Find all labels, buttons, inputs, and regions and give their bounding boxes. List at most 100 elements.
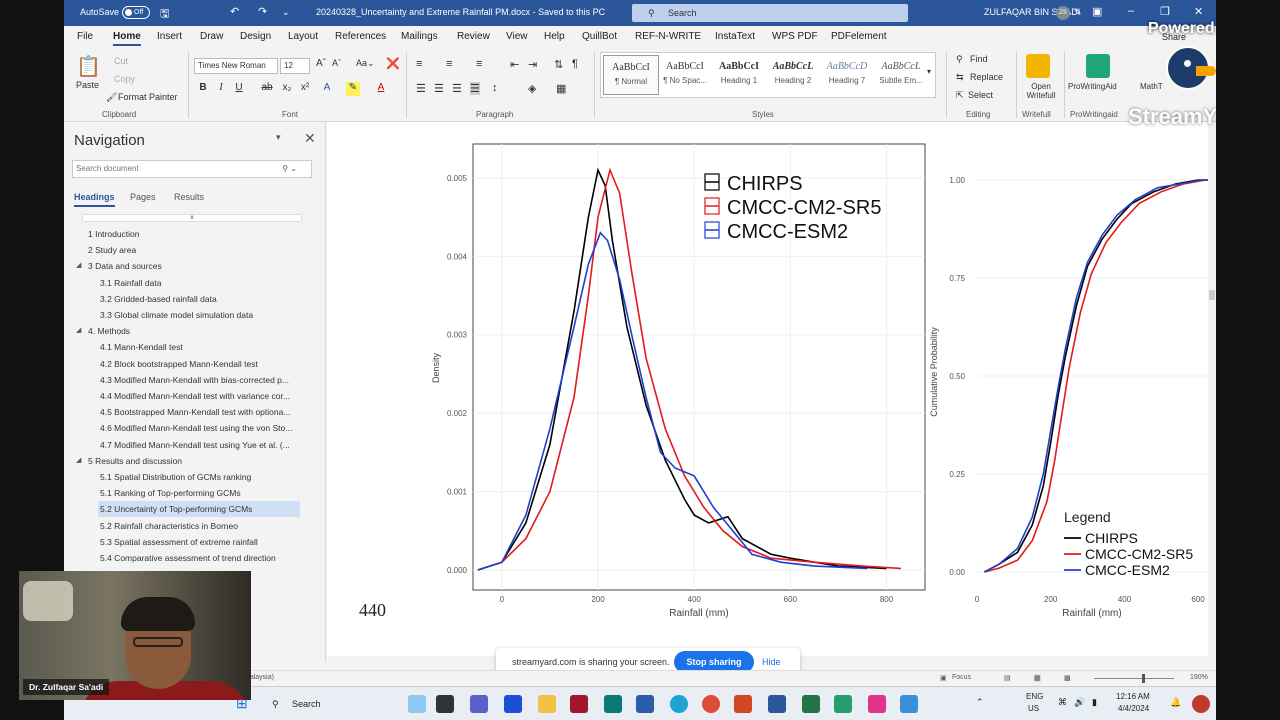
clock-date[interactable]: 4/4/2024	[1118, 704, 1149, 713]
underline-icon[interactable]: U	[232, 82, 246, 96]
select-icon[interactable]: ⇱	[956, 90, 964, 101]
tab-headings[interactable]: Headings	[74, 192, 115, 207]
font-name-select[interactable]: Times New Roman	[194, 58, 278, 74]
taskbar-search[interactable]: ⚲ Search	[266, 693, 386, 715]
collapse-handle[interactable]: x	[82, 214, 302, 222]
style-heading-2[interactable]: AaBbCcL Heading 2	[765, 55, 821, 95]
style-normal[interactable]: AaBbCcI ¶ Normal	[603, 55, 659, 95]
select-button[interactable]: Select	[968, 90, 993, 100]
prowritingaid-icon[interactable]	[1086, 54, 1110, 78]
nav-heading-item[interactable]: 5.3 Spatial assessment of extreme rainfa…	[98, 534, 300, 550]
search-document-input[interactable]: Search document ⚲ ⌄	[72, 160, 312, 178]
replace-button[interactable]: Replace	[970, 72, 1003, 82]
font-size-select[interactable]: 12	[280, 58, 310, 74]
nav-heading-item[interactable]: 3.1 Rainfall data	[98, 275, 300, 291]
grow-font-icon[interactable]: Aˆ	[316, 58, 326, 69]
focus-icon[interactable]: ▣	[940, 674, 947, 682]
font-color-icon[interactable]: A	[374, 82, 388, 96]
tab-home[interactable]: Home	[113, 31, 141, 46]
cut-button[interactable]: Cut	[114, 56, 128, 66]
document-page[interactable]: 0.000 0.001 0.002 0.003 0.004 0.005 0 200 400 60…	[327, 122, 1216, 656]
prowritingaid-button[interactable]: ProWritingAid	[1068, 82, 1117, 91]
nav-heading-item[interactable]: 5.1 Spatial Distribution of GCMs ranking	[98, 469, 300, 485]
app-r-icon[interactable]	[636, 695, 654, 713]
focus-button[interactable]: Focus	[952, 674, 971, 681]
borders-icon[interactable]: ▦	[556, 82, 566, 95]
tab-pdfelement[interactable]: PDFelement	[831, 31, 887, 42]
decrease-indent-icon[interactable]: ⇤	[510, 58, 519, 71]
paste-button[interactable]: Paste	[76, 80, 99, 90]
nav-heading-item[interactable]: 5.2 Uncertainty of Top-performing GCMs	[98, 501, 300, 518]
tab-results[interactable]: Results	[174, 192, 204, 202]
tab-review[interactable]: Review	[457, 31, 490, 42]
text-effects-icon[interactable]: A	[320, 82, 334, 96]
nav-heading-item[interactable]: 2 Study area	[86, 242, 300, 258]
tab-ref-n-write[interactable]: REF-N-WRITE	[635, 31, 701, 42]
format-painter-icon[interactable]: 🖌	[106, 92, 117, 103]
strikethrough-icon[interactable]: ab	[260, 82, 274, 96]
tab-mailings[interactable]: Mailings	[401, 31, 438, 42]
language-top[interactable]: ENG	[1026, 692, 1043, 701]
tab-quillbot[interactable]: QuillBot	[582, 31, 617, 42]
teams-icon[interactable]	[470, 695, 488, 713]
app-blue-icon[interactable]	[900, 695, 918, 713]
find-button[interactable]: Find	[970, 54, 988, 64]
notes-icon[interactable]	[834, 695, 852, 713]
tab-pages[interactable]: Pages	[130, 192, 156, 202]
line-spacing-icon[interactable]: ↕	[492, 82, 498, 94]
tab-draw[interactable]: Draw	[200, 31, 223, 42]
tab-insert[interactable]: Insert	[157, 31, 182, 42]
language-bottom[interactable]: US	[1028, 704, 1039, 713]
justify-icon[interactable]: ☰	[470, 82, 480, 95]
zoom-level[interactable]: 190%	[1190, 674, 1208, 681]
search-icon[interactable]: ⚲ ⌄	[282, 161, 297, 177]
superscript-icon[interactable]: x²	[298, 82, 312, 96]
multilevel-list-icon[interactable]: ≡	[476, 58, 482, 70]
close-icon[interactable]: ✕	[304, 130, 316, 147]
title-search-box[interactable]: ⚲ Search	[632, 4, 908, 22]
quick-access-caret-icon[interactable]: ⌄	[282, 7, 290, 18]
nav-heading-item[interactable]: 4.2 Block bootstrapped Mann-Kendall test	[98, 356, 300, 372]
ribbon-display-icon[interactable]: ▣	[1092, 5, 1102, 18]
nav-heading-item[interactable]: ◢ 4. Methods	[76, 323, 300, 339]
excel-icon[interactable]	[802, 695, 820, 713]
paste-icon[interactable]: 📋	[76, 54, 101, 79]
copy-button[interactable]: Copy	[114, 74, 135, 84]
shading-icon[interactable]: ◈	[528, 82, 536, 95]
clear-formatting-icon[interactable]: ❌	[386, 57, 400, 70]
volume-icon[interactable]: 🔊	[1074, 697, 1085, 708]
style-no-spacing[interactable]: AaBbCcI ¶ No Spac...	[657, 55, 713, 95]
tab-wps-pdf[interactable]: WPS PDF	[772, 31, 818, 42]
pane-options-icon[interactable]: ▾	[276, 132, 281, 143]
wifi-icon[interactable]: ⌘	[1058, 697, 1067, 708]
clock-time[interactable]: 12:16 AM	[1116, 692, 1150, 701]
read-mode-icon[interactable]: ▤	[1004, 674, 1011, 682]
align-left-icon[interactable]: ☰	[416, 82, 426, 95]
tab-file[interactable]: File	[77, 31, 93, 42]
task-view-icon[interactable]	[436, 695, 454, 713]
word-icon[interactable]	[768, 695, 786, 713]
web-layout-icon[interactable]: ▩	[1064, 674, 1071, 682]
powerpoint-icon[interactable]	[734, 695, 752, 713]
nav-heading-item[interactable]: 1 Introduction	[86, 226, 300, 242]
pilcrow-icon[interactable]: ¶	[572, 58, 578, 70]
tab-view[interactable]: View	[506, 31, 528, 42]
style-subtle-emphasis[interactable]: AaBbCcL Subtle Em...	[873, 55, 929, 95]
file-explorer-icon[interactable]	[538, 695, 556, 713]
replace-icon[interactable]: ⇆	[956, 72, 964, 83]
style-heading-1[interactable]: AaBbCcI Heading 1	[711, 55, 767, 95]
numbering-icon[interactable]: ≡	[446, 58, 452, 70]
print-layout-icon[interactable]: ▦	[1034, 674, 1041, 682]
notification-icon[interactable]: 🔔	[1170, 697, 1181, 708]
format-painter-button[interactable]: Format Painter	[118, 92, 178, 102]
document-canvas[interactable]: 0.000 0.001 0.002 0.003 0.004 0.005 0 200 400 60…	[327, 122, 1216, 656]
nav-heading-item[interactable]: 4.5 Bootstrapped Mann-Kendall test with …	[98, 404, 300, 420]
nav-heading-item[interactable]: 5.4 Comparative assessment of trend dire…	[98, 550, 300, 566]
align-center-icon[interactable]: ☰	[434, 82, 444, 95]
nav-heading-item[interactable]: 4.7 Modified Mann-Kendall test using Yue…	[98, 437, 300, 453]
restore-icon[interactable]: ❐	[1160, 5, 1170, 18]
tray-app-icon[interactable]	[1192, 695, 1210, 713]
nav-heading-item[interactable]: 4.1 Mann-Kendall test	[98, 339, 300, 355]
pen-icon[interactable]: ✎	[1074, 7, 1082, 18]
styles-more-icon[interactable]: ▾	[927, 67, 931, 76]
